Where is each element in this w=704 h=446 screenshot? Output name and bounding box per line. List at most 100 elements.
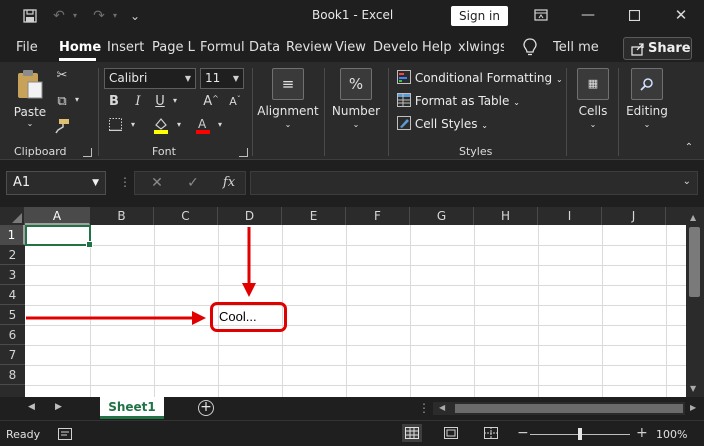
row-header-3[interactable]: 3 xyxy=(0,265,25,285)
paste-button[interactable]: Paste ⌄ xyxy=(10,68,50,136)
number-button[interactable]: % Number ⌄ xyxy=(328,68,384,136)
row-header-6[interactable]: 6 xyxy=(0,325,25,345)
previous-sheet-icon[interactable]: ◀ xyxy=(28,402,35,412)
copy-dropdown-icon[interactable]: ▾ xyxy=(72,95,82,104)
horizontal-scroll-thumb[interactable] xyxy=(455,404,683,413)
zoom-slider-thumb[interactable] xyxy=(578,428,582,440)
italic-button[interactable]: I xyxy=(130,94,146,109)
horizontal-scrollbar[interactable]: ◀ xyxy=(433,402,685,415)
fill-color-icon[interactable] xyxy=(151,116,171,138)
undo-icon[interactable]: ↶ xyxy=(48,6,70,26)
column-header-c[interactable]: C xyxy=(154,207,218,225)
column-header-h[interactable]: H xyxy=(474,207,538,225)
vertical-scrollbar[interactable]: ▲ ▼ xyxy=(686,207,704,397)
row-header-7[interactable]: 7 xyxy=(0,345,25,365)
row-header-5[interactable]: 5 xyxy=(0,305,25,325)
accessibility-icon[interactable] xyxy=(58,428,72,444)
tab-home[interactable]: Home xyxy=(59,40,101,55)
tab-xlwings[interactable]: xlwings xyxy=(458,40,504,55)
underline-dropdown-icon[interactable]: ▾ xyxy=(170,96,180,105)
column-header-i[interactable]: I xyxy=(538,207,602,225)
borders-icon[interactable] xyxy=(106,118,124,135)
sheet-bar-handle[interactable]: ⋮ xyxy=(418,401,430,415)
name-box[interactable]: A1 ▼ xyxy=(6,171,106,195)
spreadsheet-grid[interactable]: A B C D E F G H I J 1 2 3 4 5 6 7 8 Cool… xyxy=(0,207,686,397)
next-sheet-icon[interactable]: ▶ xyxy=(55,402,62,412)
tab-developer[interactable]: Develo xyxy=(373,40,419,55)
cell-styles-button[interactable]: Cell Styles ⌄ xyxy=(397,116,488,131)
column-header-d[interactable]: D xyxy=(218,207,282,225)
undo-dropdown-icon[interactable]: ▾ xyxy=(70,6,80,26)
font-size-select[interactable]: 11 ▼ xyxy=(200,68,244,89)
scroll-right-icon[interactable]: ▶ xyxy=(690,403,696,412)
tab-help[interactable]: Help xyxy=(422,40,452,55)
row-header-1[interactable]: 1 xyxy=(0,225,25,245)
borders-dropdown-icon[interactable]: ▾ xyxy=(128,120,138,129)
tab-review[interactable]: Review xyxy=(286,40,332,55)
cells-button[interactable]: ▦ Cells ⌄ xyxy=(570,68,616,136)
column-header-g[interactable]: G xyxy=(410,207,474,225)
conditional-formatting-button[interactable]: Conditional Formatting ⌄ xyxy=(397,70,563,85)
font-color-dropdown-icon[interactable]: ▾ xyxy=(215,120,225,129)
scroll-left-icon[interactable]: ◀ xyxy=(439,403,445,412)
tab-view[interactable]: View xyxy=(335,40,366,55)
page-layout-view-icon[interactable] xyxy=(444,427,458,442)
sheet-tab-sheet1[interactable]: Sheet1 xyxy=(100,397,164,419)
column-header-j[interactable]: J xyxy=(602,207,666,225)
vertical-scroll-thumb[interactable] xyxy=(689,227,700,297)
select-all-corner[interactable] xyxy=(0,207,25,225)
share-button[interactable]: Share xyxy=(623,37,692,60)
maximize-icon[interactable] xyxy=(619,4,649,26)
font-name-select[interactable]: Calibri ▼ xyxy=(104,68,196,89)
page-break-view-icon[interactable] xyxy=(484,427,498,442)
ribbon-display-options-icon[interactable] xyxy=(526,4,556,26)
column-header-f[interactable]: F xyxy=(346,207,410,225)
format-painter-icon[interactable] xyxy=(52,118,72,138)
column-header-k[interactable] xyxy=(666,207,686,225)
zoom-in-icon[interactable]: + xyxy=(636,425,648,441)
scroll-up-icon[interactable]: ▲ xyxy=(690,213,696,222)
redo-icon[interactable]: ↷ xyxy=(88,6,110,26)
row-header-9[interactable] xyxy=(0,385,25,397)
bold-button[interactable]: B xyxy=(106,94,122,109)
formula-input[interactable]: ⌄ xyxy=(250,171,698,195)
tab-insert[interactable]: Insert xyxy=(107,40,144,55)
column-header-e[interactable]: E xyxy=(282,207,346,225)
fill-color-dropdown-icon[interactable]: ▾ xyxy=(174,120,184,129)
collapse-ribbon-icon[interactable]: ⌃ xyxy=(682,142,696,153)
enter-icon[interactable]: ✓ xyxy=(183,174,203,192)
minimize-icon[interactable]: — xyxy=(573,4,603,26)
column-header-a[interactable]: A xyxy=(25,207,90,225)
insert-function-icon[interactable]: fx xyxy=(219,174,239,192)
formula-bar-handle[interactable]: ⋮ xyxy=(119,175,131,189)
active-cell-a1[interactable] xyxy=(25,225,93,248)
redo-dropdown-icon[interactable]: ▾ xyxy=(110,6,120,26)
close-icon[interactable]: ✕ xyxy=(666,4,696,26)
tab-page-layout[interactable]: Page L xyxy=(152,40,196,55)
clipboard-dialog-launcher-icon[interactable] xyxy=(83,148,92,157)
sign-in-button[interactable]: Sign in xyxy=(451,6,508,26)
normal-view-icon[interactable] xyxy=(402,424,422,442)
tell-me-search[interactable]: Tell me xyxy=(553,40,599,55)
expand-formula-bar-icon[interactable]: ⌄ xyxy=(683,176,691,187)
scroll-down-icon[interactable]: ▼ xyxy=(690,384,696,393)
tab-data[interactable]: Data xyxy=(249,40,280,55)
increase-font-icon[interactable]: A^ xyxy=(201,94,221,109)
customize-toolbar-icon[interactable]: ⌄ xyxy=(126,6,144,26)
tab-file[interactable]: File xyxy=(16,40,38,55)
row-header-8[interactable]: 8 xyxy=(0,365,25,385)
editing-button[interactable]: Editing ⌄ xyxy=(622,68,672,136)
alignment-button[interactable]: ≡ Alignment ⌄ xyxy=(256,68,320,136)
row-header-2[interactable]: 2 xyxy=(0,245,25,265)
cancel-icon[interactable]: ✕ xyxy=(147,174,167,192)
font-dialog-launcher-icon[interactable] xyxy=(239,148,248,157)
add-sheet-icon[interactable]: + xyxy=(198,400,214,416)
copy-icon[interactable]: ⧉ xyxy=(52,94,72,109)
zoom-level[interactable]: 100% xyxy=(656,428,687,441)
font-color-icon[interactable]: A xyxy=(193,116,213,138)
column-header-b[interactable]: B xyxy=(90,207,154,225)
tab-formulas[interactable]: Formul xyxy=(200,40,244,55)
decrease-font-icon[interactable]: Aˇ xyxy=(225,95,245,108)
row-header-4[interactable]: 4 xyxy=(0,285,25,305)
format-as-table-button[interactable]: Format as Table ⌄ xyxy=(397,93,520,108)
